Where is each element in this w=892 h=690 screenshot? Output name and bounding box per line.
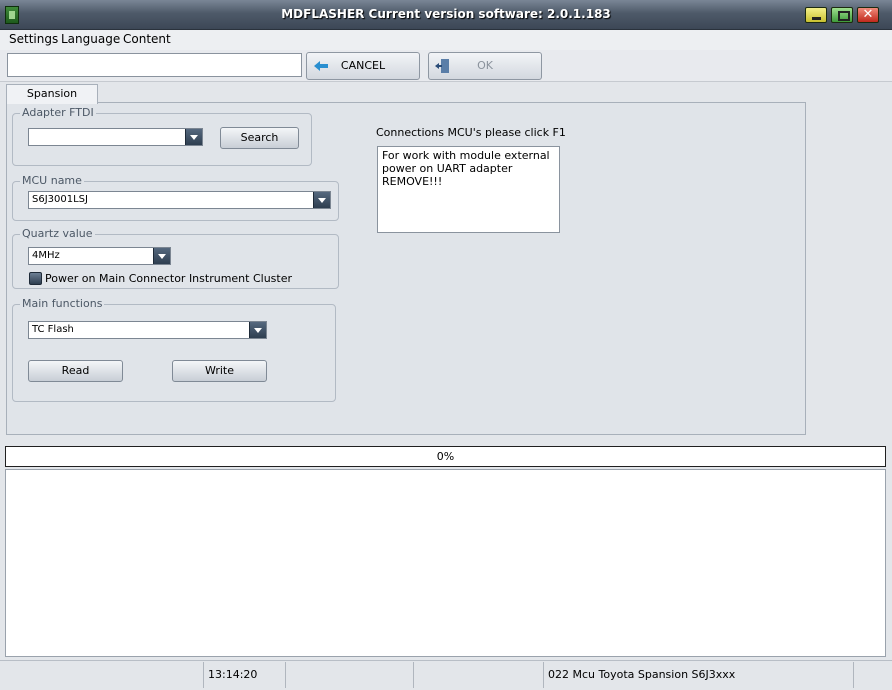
menu-language[interactable]: Language: [61, 32, 120, 46]
status-divider: [203, 662, 204, 688]
top-text-field[interactable]: [7, 53, 302, 77]
functions-group-label: Main functions: [20, 297, 105, 310]
ok-button[interactable]: OK: [428, 52, 542, 80]
write-button[interactable]: Write: [172, 360, 267, 382]
chevron-down-icon[interactable]: [249, 322, 266, 338]
chevron-down-icon[interactable]: [185, 129, 202, 145]
cancel-button-label: CANCEL: [340, 59, 386, 72]
status-divider: [853, 662, 854, 688]
status-time: 13:14:20: [208, 668, 258, 681]
functions-group: [12, 304, 336, 402]
search-button[interactable]: Search: [220, 127, 299, 149]
power-checkbox-label: Power on Main Connector Instrument Clust…: [45, 272, 293, 285]
status-divider: [543, 662, 544, 688]
window-title: MDFLASHER Current version software: 2.0.…: [281, 7, 611, 21]
menu-content[interactable]: Content: [123, 32, 171, 46]
f1-hint: Connections MCU's please click F1: [376, 126, 566, 139]
close-button[interactable]: ✕: [857, 7, 879, 23]
function-select-value: TC Flash: [32, 324, 74, 335]
cancel-button[interactable]: CANCEL: [306, 52, 420, 80]
function-select[interactable]: TC Flash: [28, 321, 267, 339]
back-arrow-icon: [314, 61, 328, 71]
chevron-down-icon[interactable]: [153, 248, 170, 264]
read-button[interactable]: Read: [28, 360, 123, 382]
quartz-select[interactable]: 4MHz: [28, 247, 171, 265]
adapter-select[interactable]: [28, 128, 203, 146]
log-area[interactable]: [5, 469, 886, 657]
quartz-group-label: Quartz value: [20, 227, 95, 240]
status-bar: [0, 660, 892, 690]
status-divider: [285, 662, 286, 688]
close-icon: ✕: [862, 7, 874, 22]
mcu-group-label: MCU name: [20, 174, 84, 187]
note-box: For work with module external power on U…: [377, 146, 560, 233]
status-device: 022 Mcu Toyota Spansion S6J3xxx: [548, 668, 736, 681]
progress-bar: 0%: [5, 446, 886, 467]
mcu-select[interactable]: S6J3001LSJ: [28, 191, 331, 209]
power-checkbox[interactable]: [29, 272, 42, 285]
chevron-down-icon[interactable]: [313, 192, 330, 208]
exit-door-icon: [435, 59, 449, 73]
tab-spansion[interactable]: Spansion S6J3xx: [6, 84, 98, 118]
mcu-select-value: S6J3001LSJ: [32, 194, 88, 205]
status-divider: [413, 662, 414, 688]
adapter-group-label: Adapter FTDI: [20, 106, 96, 119]
ok-button-label: OK: [477, 59, 493, 72]
menu-settings[interactable]: Settings: [9, 32, 58, 46]
minimize-button[interactable]: [805, 7, 827, 23]
quartz-select-value: 4MHz: [32, 250, 60, 261]
maximize-button[interactable]: [831, 7, 853, 23]
